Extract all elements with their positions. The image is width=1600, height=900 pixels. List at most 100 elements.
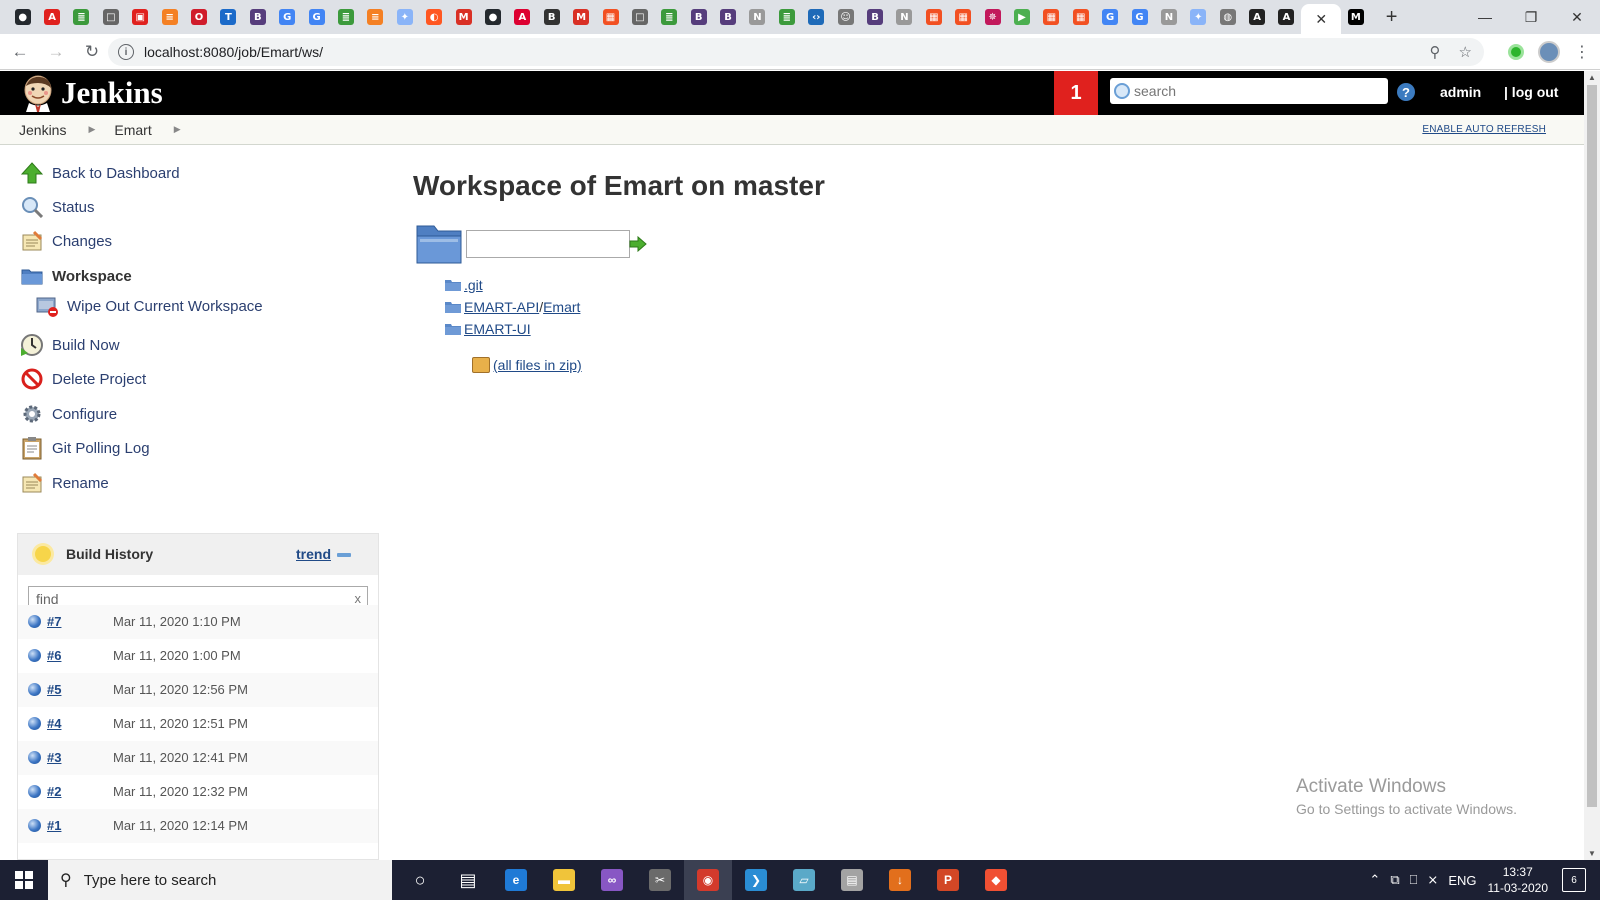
- browser-tab[interactable]: ◍: [1213, 0, 1242, 34]
- task-back-to-dashboard[interactable]: Back to Dashboard: [20, 161, 180, 185]
- browser-tab[interactable]: B: [860, 0, 889, 34]
- browser-tab[interactable]: M: [1341, 0, 1370, 34]
- clock-date[interactable]: 11-03-2020: [1488, 880, 1549, 896]
- browser-tab[interactable]: ▣: [126, 0, 155, 34]
- taskbar-app[interactable]: P: [924, 860, 972, 900]
- browser-tab[interactable]: A: [1272, 0, 1301, 34]
- back-icon[interactable]: ←: [4, 36, 36, 68]
- browser-tab[interactable]: B: [243, 0, 272, 34]
- task-status[interactable]: Status: [20, 195, 95, 219]
- minimize-button[interactable]: —: [1462, 0, 1508, 34]
- browser-tab[interactable]: M: [566, 0, 595, 34]
- notification-center-icon[interactable]: 6: [1562, 868, 1586, 892]
- build-row[interactable]: #1 Mar 11, 2020 12:14 PM: [18, 809, 378, 843]
- language-indicator[interactable]: ENG: [1448, 873, 1476, 888]
- task-delete-project[interactable]: Delete Project: [20, 367, 146, 391]
- go-arrow-icon[interactable]: [629, 236, 647, 252]
- build-row[interactable]: #7 Mar 11, 2020 1:10 PM: [18, 605, 378, 639]
- folder-link[interactable]: Emart: [543, 299, 580, 315]
- url-text[interactable]: localhost:8080/job/Emart/ws/: [144, 44, 323, 60]
- notification-badge[interactable]: 1: [1054, 71, 1098, 115]
- task-label[interactable]: Delete Project: [52, 371, 146, 388]
- browser-tab[interactable]: ◐: [419, 0, 448, 34]
- browser-tab[interactable]: G: [1125, 0, 1154, 34]
- task-workspace[interactable]: Workspace: [20, 264, 132, 288]
- network-icon[interactable]: ⎕: [1410, 872, 1418, 888]
- scroll-up-icon[interactable]: ▲: [1588, 73, 1596, 82]
- build-row[interactable]: #3 Mar 11, 2020 12:41 PM: [18, 741, 378, 775]
- omnibox[interactable]: i localhost:8080/job/Emart/ws/ ⚲ ☆: [108, 38, 1484, 66]
- browser-tab[interactable]: ≣: [655, 0, 684, 34]
- forward-icon[interactable]: →: [40, 36, 72, 68]
- build-date[interactable]: Mar 11, 2020 12:32 PM: [113, 784, 248, 799]
- taskbar-app[interactable]: ▬: [540, 860, 588, 900]
- build-number-link[interactable]: #3: [47, 750, 61, 765]
- build-row[interactable]: #5 Mar 11, 2020 12:56 PM: [18, 673, 378, 707]
- browser-tab[interactable]: ≣: [67, 0, 96, 34]
- zoom-icon[interactable]: ⚲: [1430, 43, 1441, 61]
- task-git-polling-log[interactable]: Git Polling Log: [20, 436, 150, 460]
- browser-tab[interactable]: ▦: [919, 0, 948, 34]
- taskbar-search-placeholder[interactable]: Type here to search: [84, 872, 217, 889]
- task-label[interactable]: Workspace: [52, 268, 132, 285]
- task-label[interactable]: Git Polling Log: [52, 440, 150, 457]
- task-label[interactable]: Back to Dashboard: [52, 165, 180, 182]
- browser-tab[interactable]: ✵: [978, 0, 1007, 34]
- folder-link[interactable]: .git: [464, 277, 483, 293]
- jenkins-butler-icon[interactable]: [20, 74, 56, 112]
- new-tab-button[interactable]: +: [1377, 6, 1407, 29]
- close-tab-icon[interactable]: ✕: [1315, 11, 1327, 28]
- taskbar-app[interactable]: ∞: [588, 860, 636, 900]
- active-browser-tab[interactable]: ✕: [1301, 4, 1342, 34]
- bookmark-star-icon[interactable]: ☆: [1459, 43, 1472, 61]
- scroll-down-icon[interactable]: ▼: [1588, 849, 1596, 858]
- build-date[interactable]: Mar 11, 2020 12:51 PM: [113, 716, 248, 731]
- restore-button[interactable]: ❐: [1508, 0, 1554, 34]
- search-box[interactable]: [1110, 78, 1388, 104]
- browser-tab[interactable]: □: [625, 0, 654, 34]
- browser-tab[interactable]: N: [890, 0, 919, 34]
- task-label[interactable]: Changes: [52, 233, 112, 250]
- browser-tab[interactable]: □: [96, 0, 125, 34]
- taskbar-app[interactable]: e: [492, 860, 540, 900]
- build-date[interactable]: Mar 11, 2020 1:00 PM: [113, 648, 241, 663]
- build-date[interactable]: Mar 11, 2020 12:14 PM: [113, 818, 248, 833]
- logout-link[interactable]: | log out: [1504, 84, 1558, 100]
- browser-tab[interactable]: M: [449, 0, 478, 34]
- zip-download[interactable]: (all files in zip): [472, 357, 582, 373]
- folder-link[interactable]: EMART-UI: [464, 321, 531, 337]
- browser-tab[interactable]: ✦: [390, 0, 419, 34]
- clear-filter-icon[interactable]: x: [355, 591, 362, 606]
- build-date[interactable]: Mar 11, 2020 12:41 PM: [113, 750, 248, 765]
- browser-tab[interactable]: B: [537, 0, 566, 34]
- site-info-icon[interactable]: i: [118, 44, 134, 60]
- chevron-right-icon[interactable]: ▶: [88, 124, 95, 135]
- vertical-scrollbar[interactable]: ▲ ▼: [1584, 71, 1600, 860]
- taskbar-app[interactable]: ❯: [732, 860, 780, 900]
- task-configure[interactable]: Configure: [20, 402, 117, 426]
- taskbar-search[interactable]: ⚲ Type here to search: [48, 860, 392, 900]
- browser-tab[interactable]: N: [743, 0, 772, 34]
- browser-tab[interactable]: ≣: [331, 0, 360, 34]
- browser-tab[interactable]: ▦: [1037, 0, 1066, 34]
- browser-tab[interactable]: A: [1242, 0, 1271, 34]
- browser-tab[interactable]: ✦: [1184, 0, 1213, 34]
- build-number-link[interactable]: #5: [47, 682, 61, 697]
- workspace-entry[interactable]: EMART-UI: [445, 321, 531, 337]
- trend-link[interactable]: trend: [296, 546, 331, 562]
- extension-icon[interactable]: [1508, 44, 1524, 60]
- build-date[interactable]: Mar 11, 2020 1:10 PM: [113, 614, 241, 629]
- browser-tab[interactable]: G: [1095, 0, 1124, 34]
- build-number-link[interactable]: #7: [47, 614, 61, 629]
- scroll-thumb[interactable]: [1587, 85, 1597, 807]
- taskbar-app[interactable]: ✂: [636, 860, 684, 900]
- enable-auto-refresh-link[interactable]: ENABLE AUTO REFRESH: [1422, 124, 1546, 135]
- volume-icon[interactable]: ⨯: [1427, 872, 1438, 888]
- browser-tab[interactable]: G: [273, 0, 302, 34]
- user-link[interactable]: admin: [1440, 84, 1481, 100]
- start-button[interactable]: [0, 860, 48, 900]
- clock-time[interactable]: 13:37: [1488, 864, 1549, 880]
- browser-tab[interactable]: A: [37, 0, 66, 34]
- search-input[interactable]: [1134, 83, 1374, 99]
- profile-avatar[interactable]: [1538, 41, 1560, 63]
